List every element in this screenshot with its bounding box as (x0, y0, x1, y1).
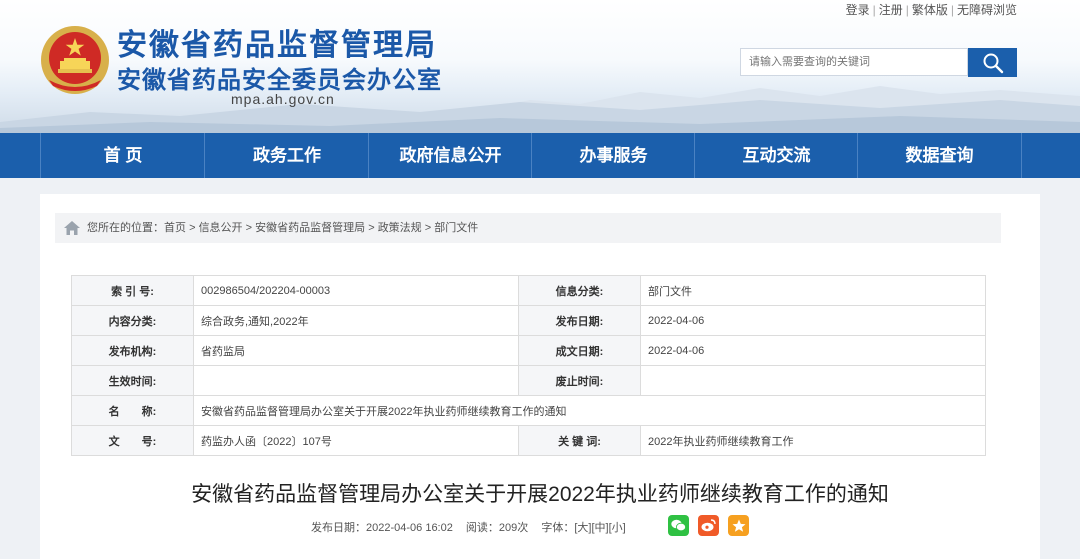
publish-date-label: 发布日期： (311, 522, 366, 534)
publish-date-label: 发布日期: (518, 305, 641, 336)
nav-item-government-affairs[interactable]: 政务工作 (204, 133, 369, 178)
top-links: 登录 | 注册 | 繁体版 | 无障碍浏览 (846, 1, 1017, 18)
traditional-chinese-link[interactable]: 繁体版 (912, 3, 948, 17)
nav-item-interaction[interactable]: 互动交流 (694, 133, 858, 178)
separator: | (872, 3, 876, 17)
document-info-table: 索 引 号: 002986504/202204-00003 信息分类: 部门文件… (71, 275, 986, 456)
breadcrumb-item-department-docs[interactable]: 部门文件 (434, 222, 478, 234)
login-link[interactable]: 登录 (846, 3, 870, 17)
publish-info: 发布日期：2022-04-06 16:02 (311, 522, 453, 534)
font-size-medium[interactable]: [中] (591, 522, 608, 534)
site-title: 安徽省药品监督管理局 (117, 29, 437, 62)
weibo-icon (701, 519, 716, 532)
index-number-label: 索 引 号: (71, 275, 194, 306)
breadcrumb-item-home[interactable]: 首页 (164, 222, 186, 234)
publish-date: 2022-04-06 16:02 (366, 522, 453, 534)
written-date-label: 成文日期: (518, 335, 641, 366)
separator: | (950, 3, 954, 17)
written-date-value: 2022-04-06 (640, 335, 986, 366)
content-category-value: 综合政务,通知,2022年 (193, 305, 519, 336)
effective-date-label: 生效时间: (71, 365, 194, 396)
info-category-label: 信息分类: (518, 275, 641, 306)
register-link[interactable]: 注册 (879, 3, 903, 17)
breadcrumb-item-policies[interactable]: 政策法规 (378, 222, 422, 234)
content-category-label: 内容分类: (71, 305, 194, 336)
search-button[interactable] (968, 48, 1017, 77)
site-domain: mpa.ah.gov.cn (231, 91, 335, 107)
nav-item-data-query[interactable]: 数据查询 (857, 133, 1022, 178)
breadcrumb-separator: > (245, 222, 253, 234)
breadcrumb: 您所在的位置：首页 > 信息公开 > 安徽省药品监督管理局 > 政策法规 > 部… (55, 213, 1001, 243)
site-header: 安徽省药品监督管理局 安徽省药品安全委员会办公室 mpa.ah.gov.cn 登… (0, 0, 1080, 133)
document-number-label: 文 号: (71, 425, 194, 456)
views-info: 阅读：209次 (466, 522, 528, 534)
table-row: 名 称: 安徽省药品监督管理局办公室关于开展2022年执业药师继续教育工作的通知 (71, 395, 986, 426)
accessibility-link[interactable]: 无障碍浏览 (957, 3, 1017, 17)
views-label: 阅读： (465, 522, 499, 534)
search-icon (983, 53, 1003, 73)
home-icon (64, 221, 80, 235)
publisher-value: 省药监局 (193, 335, 519, 366)
nav-item-information-disclosure[interactable]: 政府信息公开 (368, 133, 532, 178)
national-emblem-icon (41, 26, 109, 94)
main-nav: 首 页 政务工作 政府信息公开 办事服务 互动交流 数据查询 (0, 133, 1080, 178)
separator: | (905, 3, 909, 17)
index-number-value: 002986504/202204-00003 (193, 275, 519, 306)
article-meta: 发布日期：2022-04-06 16:02 阅读：209次 字体：[大][中][… (311, 519, 626, 535)
table-row: 索 引 号: 002986504/202204-00003 信息分类: 部门文件 (71, 275, 986, 306)
table-row: 发布机构: 省药监局 成文日期: 2022-04-06 (71, 335, 986, 366)
table-row: 生效时间: 废止时间: (71, 365, 986, 396)
article-title: 安徽省药品监督管理局办公室关于开展2022年执业药师继续教育工作的通知 (191, 483, 889, 506)
table-row: 内容分类: 综合政务,通知,2022年 发布日期: 2022-04-06 (71, 305, 986, 336)
weibo-share-button[interactable] (698, 515, 719, 536)
expiry-date-label: 废止时间: (518, 365, 641, 396)
keywords-value: 2022年执业药师继续教育工作 (640, 425, 986, 456)
wechat-share-button[interactable] (668, 515, 689, 536)
content-panel: 您所在的位置：首页 > 信息公开 > 安徽省药品监督管理局 > 政策法规 > 部… (40, 194, 1040, 559)
name-label: 名 称: (71, 395, 194, 426)
table-row: 文 号: 药监办人函〔2022〕107号 关 键 词: 2022年执业药师继续教… (71, 425, 986, 456)
font-size-small[interactable]: [小] (609, 522, 626, 534)
name-value: 安徽省药品监督管理局办公室关于开展2022年执业药师继续教育工作的通知 (193, 395, 986, 426)
expiry-date-value (640, 365, 986, 396)
breadcrumb-separator: > (368, 222, 375, 234)
favorite-share-button[interactable] (728, 515, 749, 536)
keywords-label: 关 键 词: (518, 425, 641, 456)
wechat-icon (671, 519, 686, 532)
publish-date-value: 2022-04-06 (640, 305, 986, 336)
favorite-icon (732, 519, 745, 532)
breadcrumb-separator: > (189, 222, 196, 234)
breadcrumb-item-info-disclosure[interactable]: 信息公开 (199, 222, 243, 234)
info-category-value: 部门文件 (640, 275, 986, 306)
font-size-label: 字体： (541, 522, 575, 534)
publisher-label: 发布机构: (71, 335, 194, 366)
site-subtitle: 安徽省药品安全委员会办公室 (117, 67, 442, 94)
nav-item-services[interactable]: 办事服务 (531, 133, 695, 178)
breadcrumb-separator: > (424, 222, 432, 234)
effective-date-value (193, 365, 519, 396)
search-input[interactable] (740, 48, 968, 76)
document-number-value: 药监办人函〔2022〕107号 (193, 425, 519, 456)
breadcrumb-label: 您所在的位置： (87, 222, 164, 234)
font-size-large[interactable]: [大] (574, 522, 591, 534)
breadcrumb-item-agency[interactable]: 安徽省药品监督管理局 (255, 222, 365, 234)
nav-item-home[interactable]: 首 页 (40, 133, 205, 178)
views-count: 209次 (498, 522, 529, 534)
